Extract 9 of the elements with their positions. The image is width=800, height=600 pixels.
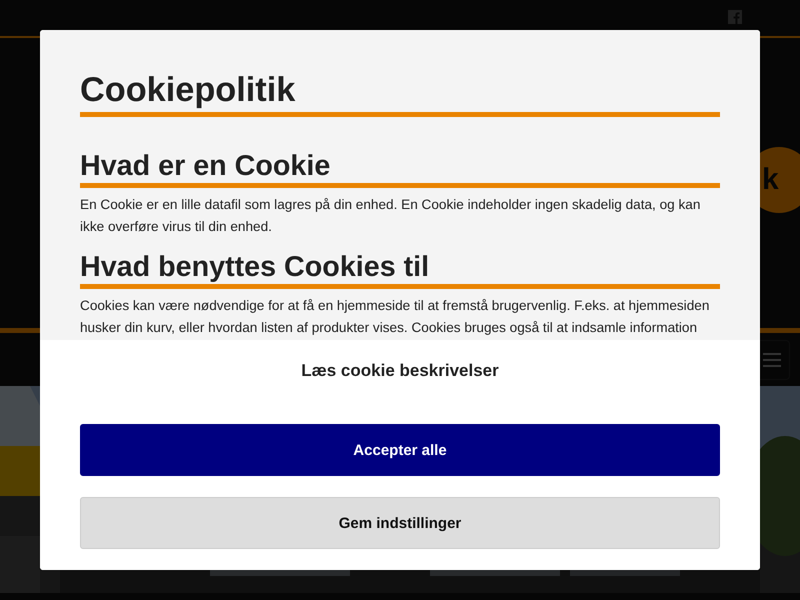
- accept-all-button[interactable]: Accepter alle: [80, 424, 720, 476]
- dialog-title: Cookiepolitik: [80, 68, 720, 117]
- cookie-details-link[interactable]: Læs cookie beskrivelser: [301, 360, 499, 382]
- paragraph: En Cookie er en lille datafil som lagres på din enhed. En Cookie indeholder ingen skadelig data, og kan ikke overføre virus til din enhed.: [80, 196, 702, 236]
- paragraph: Cookies kan være nødvendige for at få en hjemmeside til at fremstå brugervenlig. F.eks. at hjemmesiden husker din kurv, eller hvordan listen af produkter vises. Cookies bruges også til at indsamle information: [80, 297, 710, 337]
- section-heading: Hvad benyttes Cookies til: [80, 250, 720, 289]
- save-settings-button[interactable]: Gem indstillinger: [80, 497, 720, 549]
- section-heading: Hvad er en Cookie: [80, 149, 720, 188]
- menu-icon: [763, 352, 781, 366]
